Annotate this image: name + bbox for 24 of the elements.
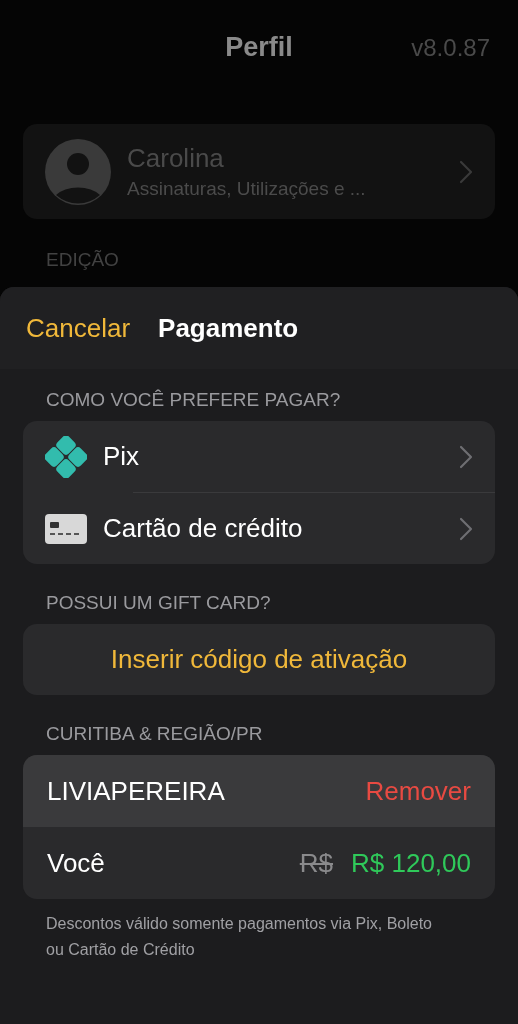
new-price: R$ 120,00 (351, 847, 471, 879)
section-header: CURITIBA & REGIÃO/PR (46, 723, 264, 745)
cancel-button[interactable]: Cancelar (26, 312, 131, 344)
page-title: Perfil (225, 32, 293, 63)
chevron-right-icon (459, 444, 473, 469)
chevron-right-icon (459, 159, 473, 184)
pix-icon (45, 435, 87, 478)
discount-note: Descontos válido somente pagamentos via Pix, Boleto ou Cartão de Crédito (46, 914, 433, 960)
profile-name: Carolina (127, 143, 225, 174)
payment-method-item[interactable]: Cartão de crédito (23, 493, 495, 564)
activation-code-button[interactable]: Inserir código de ativação (23, 624, 495, 695)
payment-method-item[interactable]: Pix (23, 421, 495, 492)
section-header: POSSUI UM GIFT CARD? (46, 592, 272, 614)
section-header: EDIÇÃO (46, 249, 120, 272)
credit-card-icon (45, 513, 87, 544)
coupon-code: LIVIAPEREIRA (47, 775, 226, 807)
version-label: v8.0.87 (411, 33, 490, 62)
avatar-icon (45, 138, 111, 205)
section-header: COMO VOCÊ PREFERE PAGAR? (46, 389, 342, 411)
old-price: R$ (299, 847, 333, 879)
sheet-title: Pagamento (158, 312, 299, 344)
price-label: Você (47, 847, 106, 879)
chevron-right-icon (459, 516, 473, 541)
profile-subtitle: Assinaturas, Utilizações e ... (127, 178, 367, 200)
